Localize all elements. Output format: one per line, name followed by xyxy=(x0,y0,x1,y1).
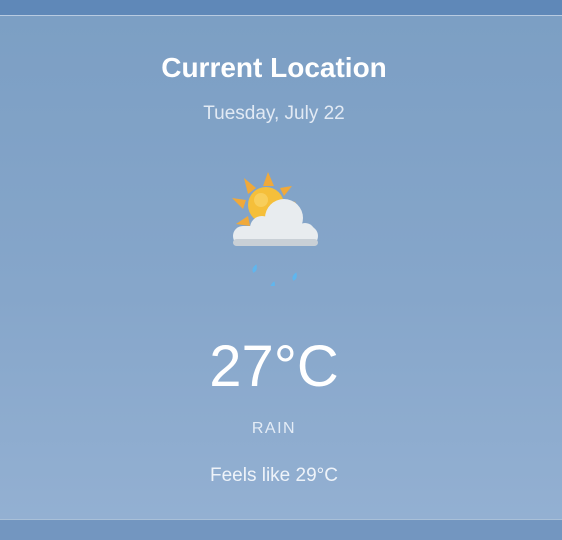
weather-date: Tuesday, July 22 xyxy=(203,103,345,124)
temperature-value: 27°C xyxy=(209,334,339,399)
weather-card: Current Location Tuesday, July 22 27°C R… xyxy=(0,15,562,520)
bottom-bar xyxy=(0,520,562,540)
top-bar xyxy=(0,0,562,15)
location-title: Current Location xyxy=(161,52,387,83)
weather-condition: RAIN xyxy=(251,420,297,437)
feels-like-text: Feels like 29°C xyxy=(210,465,338,486)
sun-cloud-rain-icon xyxy=(226,166,326,290)
